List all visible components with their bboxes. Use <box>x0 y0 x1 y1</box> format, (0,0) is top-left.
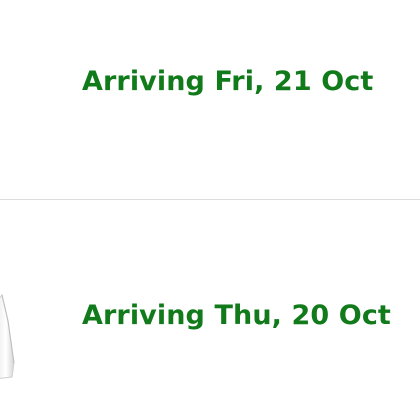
list-divider <box>0 199 420 200</box>
product-thumbnail[interactable] <box>0 293 18 381</box>
order-item[interactable]: Arriving Fri, 21 Oct <box>0 0 420 200</box>
delivery-status: Arriving Thu, 20 Oct <box>82 300 391 331</box>
delivery-status: Arriving Fri, 21 Oct <box>82 66 374 97</box>
order-item[interactable]: Arriving Thu, 20 Oct <box>0 201 420 420</box>
orders-list: Arriving Fri, 21 Oct Arriving Thu, 20 Oc… <box>0 0 420 420</box>
